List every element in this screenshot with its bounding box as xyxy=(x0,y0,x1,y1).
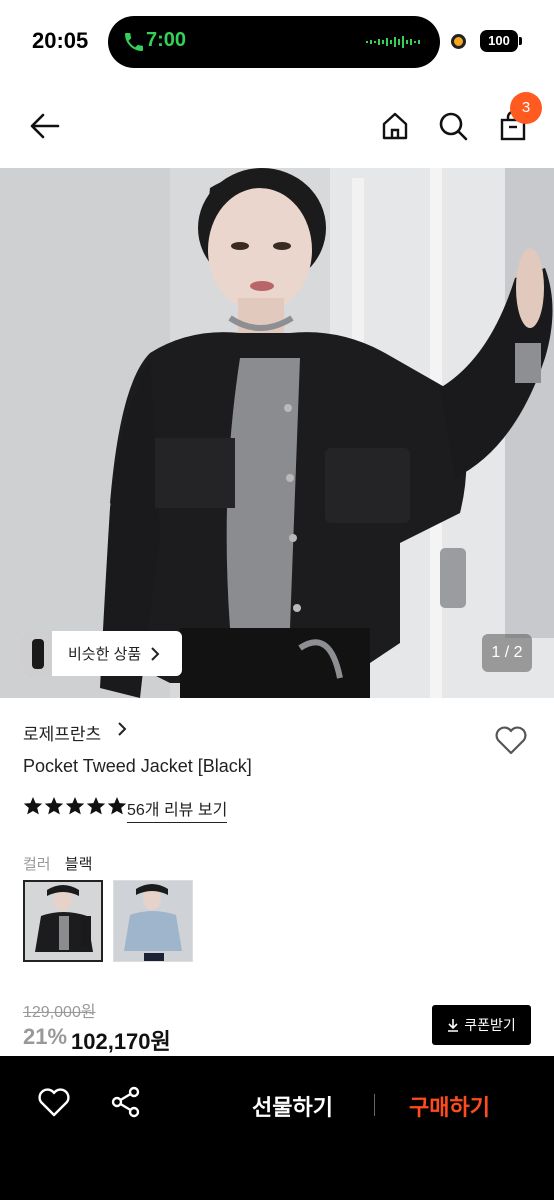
dynamic-island[interactable]: 7:00 xyxy=(108,16,440,68)
divider xyxy=(374,1094,375,1116)
bottom-action-bar: 선물하기 구매하기 xyxy=(0,1056,554,1200)
star-icon xyxy=(107,797,127,815)
call-duration: 7:00 xyxy=(146,29,187,51)
header-nav xyxy=(0,84,554,168)
wishlist-heart-icon[interactable] xyxy=(493,722,529,758)
discount-rate: 21% xyxy=(23,1024,68,1049)
star-icon xyxy=(23,797,43,815)
color-row: 컬러 블랙 xyxy=(23,853,92,874)
home-icon xyxy=(382,112,408,140)
phone-icon xyxy=(125,33,143,51)
search-icon xyxy=(439,112,468,141)
product-image[interactable] xyxy=(0,168,554,698)
color-value: 블랙 xyxy=(64,856,93,873)
cart-count-badge: 3 xyxy=(510,92,542,124)
brand-link[interactable]: 로제프란츠 xyxy=(23,720,101,745)
download-icon xyxy=(448,1019,459,1032)
swatch-thumbnail xyxy=(25,882,101,960)
star-icon xyxy=(44,797,64,815)
similar-thumbnail xyxy=(22,631,52,676)
battery-indicator: 100 xyxy=(480,30,518,52)
heart-icon[interactable] xyxy=(36,1084,72,1120)
status-time: 20:05 xyxy=(32,28,89,53)
star-icon xyxy=(86,797,106,815)
back-arrow-icon xyxy=(30,113,60,139)
rating-stars xyxy=(23,796,127,818)
search-button[interactable] xyxy=(433,106,473,146)
share-icon[interactable] xyxy=(108,1084,144,1120)
chevron-right-icon xyxy=(151,646,160,661)
review-link[interactable]: 56개 리뷰 보기 xyxy=(127,796,228,823)
waveform-icon xyxy=(366,36,420,48)
chevron-right-icon[interactable] xyxy=(116,720,128,738)
product-name: Pocket Tweed Jacket [Black] xyxy=(23,756,252,776)
coupon-button[interactable]: 쿠폰받기 xyxy=(432,1005,531,1045)
swatch-thumbnail xyxy=(114,881,192,961)
battery-tip xyxy=(519,37,522,45)
product-photo xyxy=(0,168,554,698)
buy-button[interactable]: 구매하기 xyxy=(409,1090,490,1122)
home-button[interactable] xyxy=(375,106,415,146)
color-label: 컬러 xyxy=(23,856,51,873)
back-button[interactable] xyxy=(25,106,65,146)
similar-products-button[interactable]: 비슷한 상품 xyxy=(22,631,182,676)
similar-products-label: 비슷한 상품 xyxy=(68,646,142,663)
mic-indicator-icon xyxy=(451,34,466,49)
color-swatch-light-blue[interactable] xyxy=(113,880,193,962)
status-bar: 20:05 7:00 100 xyxy=(0,0,554,84)
original-price: 129,000원 xyxy=(23,1004,96,1021)
gift-button[interactable]: 선물하기 xyxy=(252,1090,333,1122)
star-icon xyxy=(65,797,85,815)
coupon-label: 쿠폰받기 xyxy=(464,1017,516,1033)
sale-price: 102,170원 xyxy=(71,1029,171,1054)
color-swatch-black[interactable] xyxy=(23,880,103,962)
image-page-indicator: 1 / 2 xyxy=(482,634,532,672)
